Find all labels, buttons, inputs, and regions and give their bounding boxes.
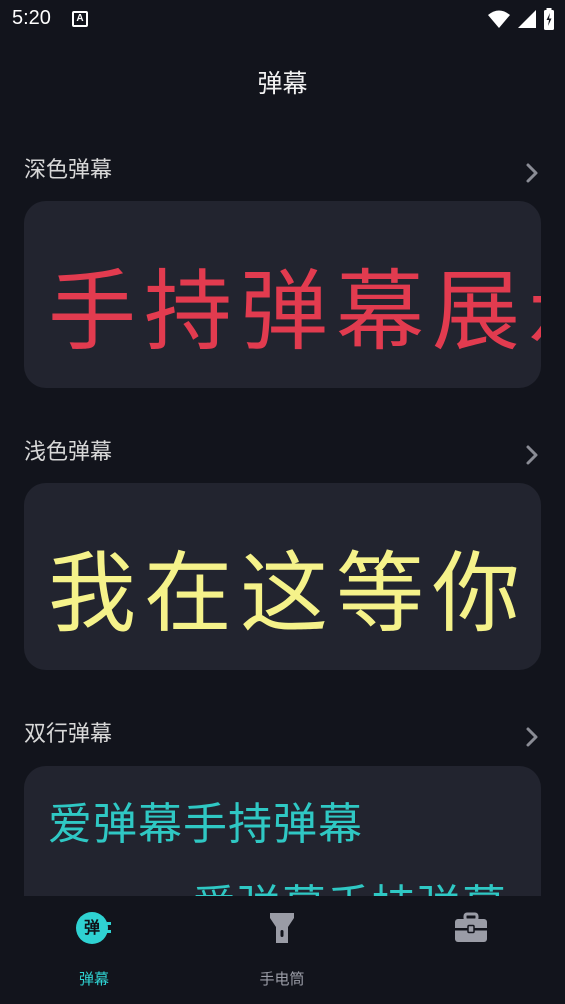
- section-double-line-danmu: 双行弹幕 爱弹幕手持弹幕 爱弹幕手持弹幕: [0, 716, 565, 953]
- page-title: 弹幕: [257, 69, 308, 98]
- nav-label-danmu: 弹幕: [78, 970, 109, 988]
- chevron-right-icon[interactable]: [525, 444, 539, 466]
- section-dark-danmu: 深色弹幕 手持弹幕展示: [0, 152, 565, 388]
- flashlight-icon: [270, 913, 294, 943]
- light-danmu-preview-text: 我在这等你: [48, 542, 529, 645]
- bottom-navigation: 弹 弹幕 手电筒: [0, 896, 565, 1004]
- dark-danmu-preview-card[interactable]: 手持弹幕展示: [24, 201, 541, 388]
- section-label: 浅色弹幕: [24, 440, 113, 465]
- notification-a-icon: A: [72, 11, 88, 27]
- toolbox-icon: [455, 912, 487, 942]
- status-bar: 5:20 A: [0, 0, 565, 40]
- dark-danmu-preview-text: 手持弹幕展示: [48, 260, 541, 363]
- chevron-right-icon[interactable]: [525, 162, 539, 184]
- section-label: 深色弹幕: [24, 158, 113, 183]
- nav-item-danmu[interactable]: 弹 弹幕: [0, 896, 188, 1004]
- danmu-gear-icon: [107, 922, 111, 933]
- light-danmu-preview-card[interactable]: 我在这等你: [24, 483, 541, 670]
- status-time: 5:20: [12, 7, 51, 29]
- nav-item-toolbox[interactable]: [377, 896, 565, 1004]
- section-header-light[interactable]: 浅色弹幕: [0, 434, 565, 474]
- chevron-right-icon[interactable]: [525, 726, 539, 748]
- app-screen: 5:20 A 弹幕 深色弹幕 手持弹幕展示: [0, 0, 565, 1004]
- section-header-double[interactable]: 双行弹幕: [0, 716, 565, 756]
- battery-charging-icon: [544, 8, 554, 30]
- danmu-icon: 弹: [76, 910, 112, 946]
- section-light-danmu: 浅色弹幕 我在这等你: [0, 434, 565, 670]
- section-label: 双行弹幕: [24, 722, 113, 747]
- cellular-icon: [518, 10, 536, 28]
- wifi-icon: [488, 10, 510, 28]
- nav-label-flashlight: 手电筒: [259, 970, 305, 988]
- section-header-dark[interactable]: 深色弹幕: [0, 152, 565, 192]
- double-line-text-1: 爱弹幕手持弹幕: [48, 799, 363, 850]
- nav-item-flashlight[interactable]: 手电筒: [188, 896, 376, 1004]
- status-icons: [487, 8, 555, 30]
